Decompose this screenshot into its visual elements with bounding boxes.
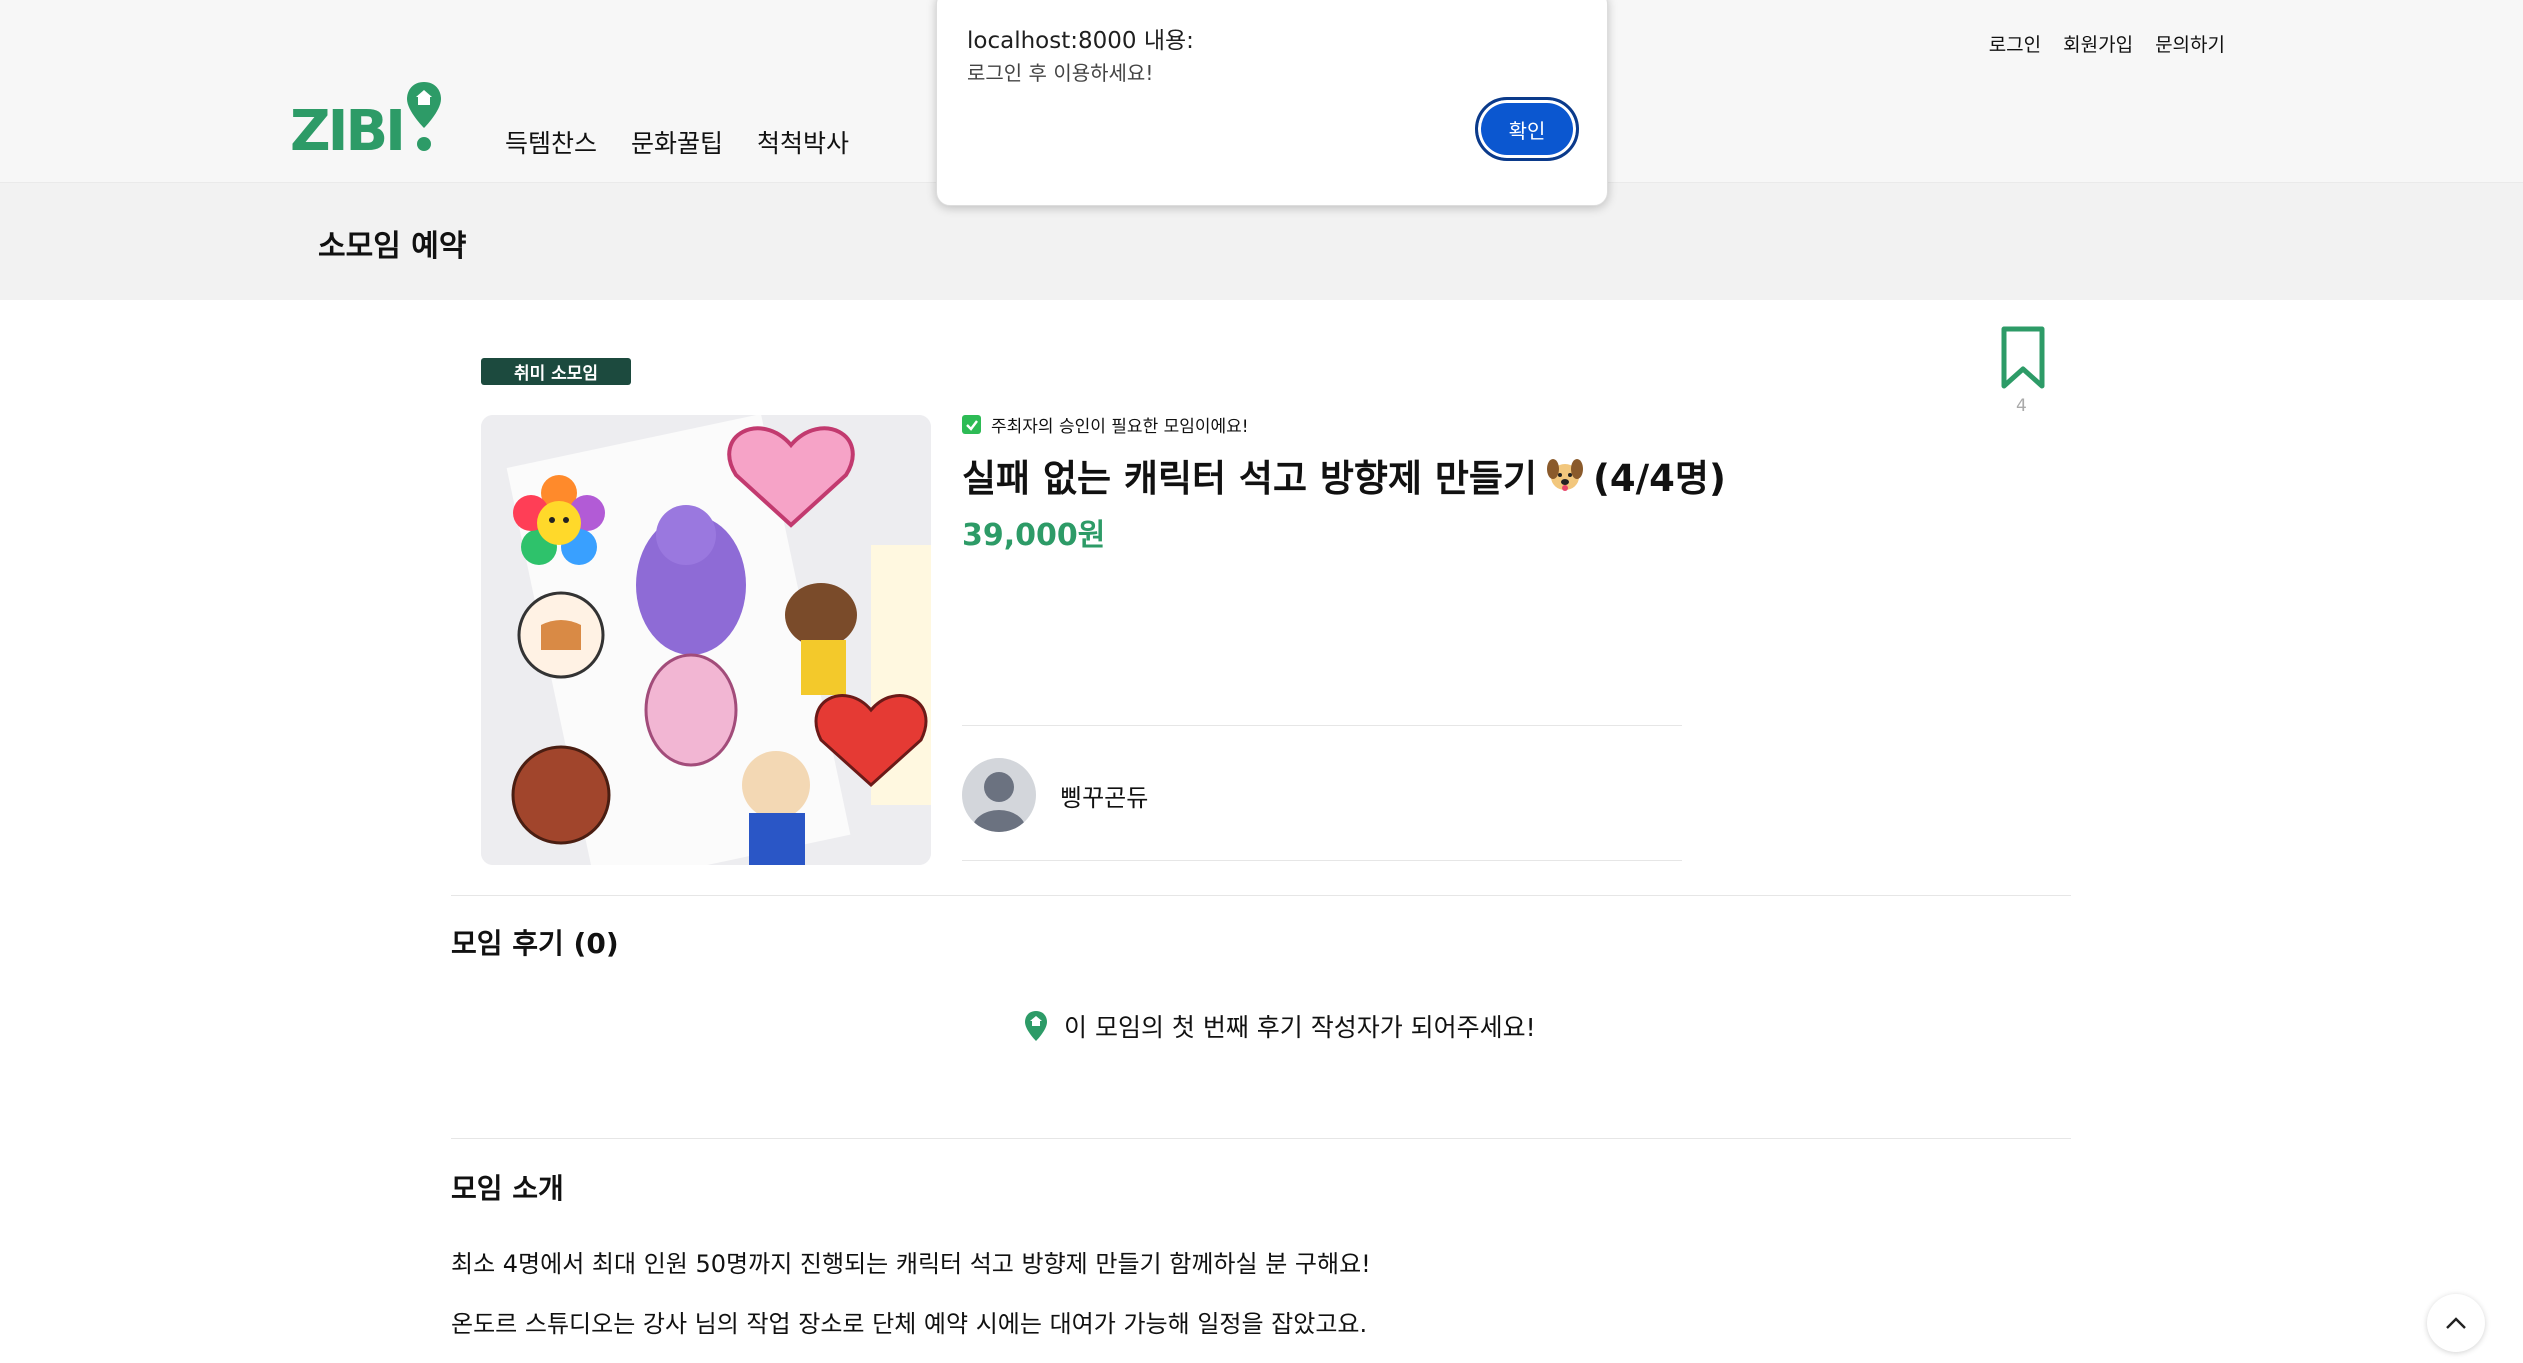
location-pin-icon	[406, 82, 441, 151]
confirm-button[interactable]: 확인	[1475, 97, 1579, 161]
scroll-top-button[interactable]	[2427, 1294, 2485, 1352]
main-nav: 득템찬스 문화꿀팁 척척박사	[505, 124, 849, 160]
meeting-price: 39,000원	[962, 518, 1106, 553]
dialog-title: localhost:8000 내용:	[967, 28, 1194, 54]
avatar	[962, 758, 1036, 832]
contact-link[interactable]: 문의하기	[2155, 30, 2225, 57]
meeting-image	[481, 415, 931, 865]
intro-paragraph: 최소 4명에서 최대 인원 50명까지 진행되는 캐릭터 석고 방향제 만들기 …	[451, 1250, 1371, 1278]
location-pin-icon	[1025, 1011, 1047, 1041]
host-name: 삥꾸곤듀	[1060, 783, 1149, 812]
approval-notice: 주최자의 승인이 필요한 모임이에요!	[962, 412, 1249, 437]
dialog-message: 로그인 후 이용하세요!	[967, 61, 1154, 85]
top-links: 로그인 회원가입 문의하기	[1989, 30, 2225, 57]
meeting-capacity: (4/4명)	[1593, 457, 1726, 500]
divider	[451, 1138, 2071, 1139]
signup-link[interactable]: 회원가입	[2063, 30, 2133, 57]
login-link[interactable]: 로그인	[1989, 30, 2041, 57]
approval-text: 주최자의 승인이 필요한 모임이에요!	[991, 417, 1249, 437]
divider	[962, 725, 1682, 726]
empty-reviews-text: 이 모임의 첫 번째 후기 작성자가 되어주세요!	[1064, 1013, 1536, 1042]
zibi-logo[interactable]: ZIBI	[290, 80, 443, 160]
nav-item-deals[interactable]: 득템찬스	[505, 124, 597, 160]
nav-item-culture[interactable]: 문화꿀팁	[631, 124, 723, 160]
alert-dialog: localhost:8000 내용: 로그인 후 이용하세요! 확인	[936, 0, 1608, 206]
reviews-heading: 모임 후기 (0)	[451, 927, 619, 960]
divider	[451, 895, 2071, 896]
meeting-title: 실패 없는 캐릭터 석고 방향제 만들기 (4/4명)	[962, 448, 1726, 502]
host-profile[interactable]: 삥꾸곤듀	[962, 758, 1148, 832]
empty-reviews-message: 이 모임의 첫 번째 후기 작성자가 되어주세요!	[1024, 1008, 1536, 1044]
intro-paragraph: 온도르 스튜디오는 강사 님의 작업 장소로 단체 예약 시에는 대여가 가능해…	[451, 1310, 1368, 1338]
category-badge: 취미 소모임	[481, 358, 631, 385]
page-title: 소모임 예약	[318, 229, 467, 264]
meeting-title-text: 실패 없는 캐릭터 석고 방향제 만들기	[962, 457, 1538, 500]
nav-item-expert[interactable]: 척척박사	[757, 124, 849, 160]
bookmark-icon[interactable]	[2000, 326, 2046, 394]
chevron-up-icon	[2446, 1317, 2466, 1329]
checkbox-icon	[962, 415, 981, 434]
logo-text: ZIBI	[290, 99, 406, 164]
bookmark-count: 4	[2016, 396, 2027, 416]
intro-heading: 모임 소개	[451, 1172, 564, 1205]
dog-emoji-icon	[1547, 459, 1584, 491]
divider	[962, 860, 1682, 861]
